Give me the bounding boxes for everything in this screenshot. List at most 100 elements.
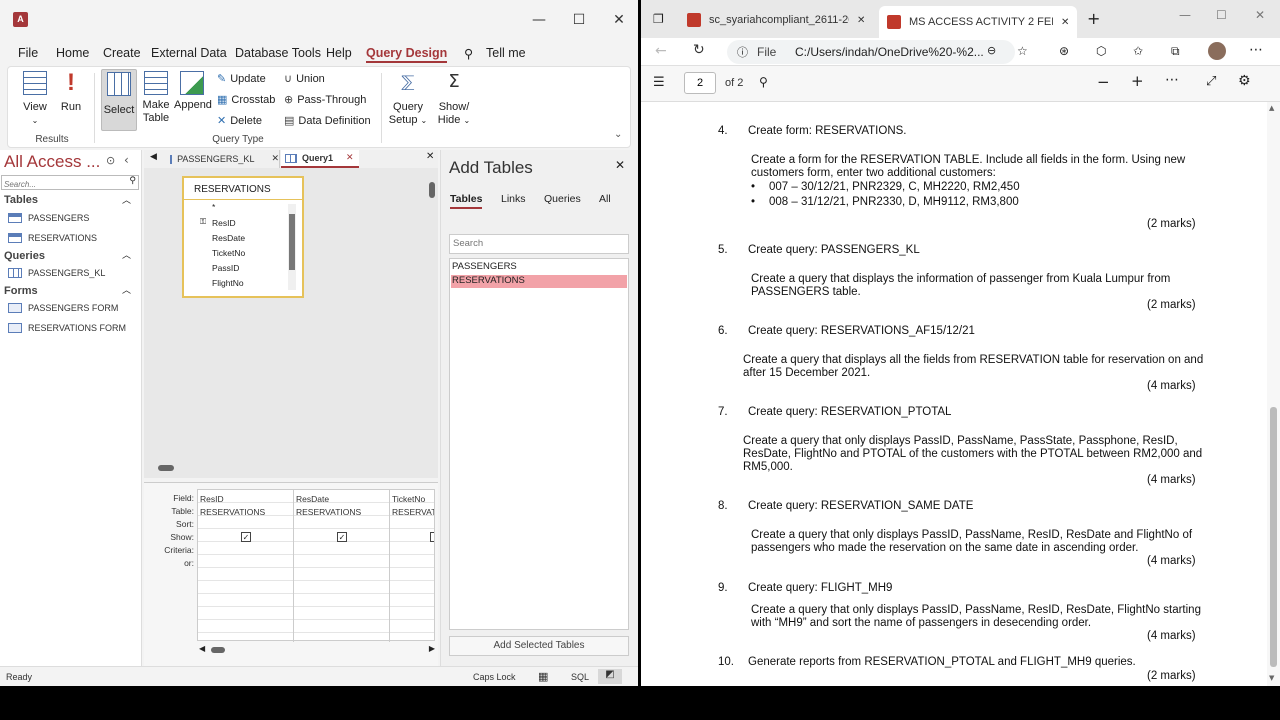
nav-group-tables[interactable]: Tables [4, 194, 38, 206]
nav-item-passengers-form[interactable]: PASSENGERS FORM [8, 303, 118, 313]
menu-file[interactable]: File [18, 46, 38, 60]
show-checkbox[interactable]: ✓ [337, 532, 347, 542]
close-tab-icon[interactable]: ✕ [857, 15, 865, 26]
pass-through-button[interactable]: ⊕ Pass-Through [284, 93, 366, 106]
grid-table-cell[interactable]: RESERVATI [392, 507, 434, 517]
refresh-icon[interactable]: ↻ [693, 42, 705, 58]
scroll-left-icon[interactable]: ◀ [199, 644, 205, 653]
crosstab-button[interactable]: ▦ Crosstab [217, 93, 275, 106]
scroll-thumb[interactable] [429, 182, 435, 198]
minimize-button[interactable]: — [524, 8, 554, 32]
new-tab-icon[interactable]: + [1087, 9, 1100, 28]
minimize-button[interactable]: — [1179, 8, 1191, 22]
nav-item-passengers-kl-query[interactable]: PASSENGERS_KL [8, 268, 105, 278]
menu-database-tools[interactable]: Database Tools [235, 46, 321, 60]
contents-icon[interactable]: ☰ [653, 75, 665, 90]
datasheet-view-icon[interactable]: ▦ [538, 670, 548, 683]
add-selected-tables-button[interactable]: Add Selected Tables [449, 636, 629, 656]
menu-help[interactable]: Help [326, 46, 352, 60]
menu-home[interactable]: Home [56, 46, 89, 60]
query-setup-button[interactable]: ⅀ Query Setup ⌄ [388, 71, 428, 127]
show-checkbox[interactable] [430, 532, 434, 542]
scroll-up-icon[interactable]: ▲ [1269, 104, 1274, 112]
add-tables-search-box[interactable] [449, 234, 629, 254]
tracking-icon[interactable]: ⊛ [1059, 44, 1069, 58]
tab-tables[interactable]: Tables [450, 193, 483, 209]
grid-field-cell[interactable]: TicketNo [392, 494, 425, 504]
nav-search-input[interactable] [2, 178, 118, 191]
data-definition-button[interactable]: ▤ Data Definition [284, 114, 371, 127]
field-flightno[interactable]: FlightNo [212, 278, 244, 288]
close-tab-icon[interactable]: ✕ [271, 151, 279, 167]
scroll-thumb[interactable] [211, 647, 225, 653]
view-button[interactable]: View ⌄ [18, 71, 52, 127]
design-view-icon[interactable]: ◩ [598, 669, 622, 684]
run-button[interactable]: ! Run [58, 71, 84, 114]
address-bar[interactable]: ⓘ File C:/Users/indah/OneDrive%20-%2... … [727, 40, 1015, 64]
tab-scroll-left-icon[interactable]: ◀ [150, 152, 157, 162]
select-query-button[interactable]: Select [101, 69, 137, 131]
back-icon[interactable]: ← [655, 43, 667, 59]
close-tab-icon[interactable]: ✕ [346, 150, 354, 166]
address-url[interactable]: C:/Users/indah/OneDrive%20-%2... [795, 45, 985, 59]
more-icon[interactable]: ⋯ [1249, 42, 1263, 58]
close-tab-icon[interactable]: ✕ [1061, 17, 1069, 28]
tab-passengers-kl[interactable]: PASSENGERS_KL ✕ [166, 150, 280, 168]
more-tools-icon[interactable]: ⋯ [1165, 72, 1179, 88]
nav-pane-title[interactable]: All Access ... [4, 152, 100, 172]
pdf-scrollbar[interactable]: ▲ ▼ [1267, 102, 1280, 686]
field-all[interactable]: * [212, 202, 215, 212]
collapse-ribbon-icon[interactable]: ⌄ [614, 129, 622, 140]
show-hide-button[interactable]: Σ Show/ Hide ⌄ [436, 71, 472, 127]
tab-all[interactable]: All [599, 193, 611, 205]
grid-table-cell[interactable]: RESERVATIONS [296, 507, 361, 517]
add-tables-search-input[interactable] [450, 235, 620, 252]
grid-table-cell[interactable]: RESERVATIONS [200, 507, 265, 517]
scroll-thumb[interactable] [158, 465, 174, 471]
tab-links[interactable]: Links [501, 193, 526, 205]
update-button[interactable]: ✎ Update [217, 72, 266, 85]
restore-button[interactable]: ☐ [1216, 8, 1227, 22]
tab-query1[interactable]: Query1 ✕ [281, 150, 359, 168]
show-checkbox[interactable]: ✓ [241, 532, 251, 542]
close-button[interactable]: ✕ [604, 8, 634, 32]
make-table-button[interactable]: Make Table [141, 71, 171, 125]
nav-search-box[interactable]: ⚲ [1, 175, 139, 191]
zoom-in-icon[interactable]: + [1131, 72, 1144, 90]
shutter-bar-icon[interactable]: ‹ [124, 153, 129, 167]
design-horizontal-scrollbar[interactable] [148, 464, 424, 472]
close-button[interactable]: ✕ [1255, 8, 1265, 22]
collections-icon[interactable]: ⧉ [1171, 44, 1180, 59]
field-passid[interactable]: PassID [212, 263, 239, 273]
search-icon[interactable]: ⚲ [759, 75, 768, 89]
scroll-down-icon[interactable]: ▼ [1269, 674, 1274, 682]
grid-field-cell[interactable]: ResDate [296, 494, 329, 504]
union-button[interactable]: ∪ Union [284, 72, 325, 85]
menu-create[interactable]: Create [103, 46, 141, 60]
append-button[interactable]: Append [174, 71, 212, 112]
menu-query-design[interactable]: Query Design [366, 46, 448, 63]
design-vertical-scrollbar[interactable] [428, 172, 436, 462]
add-tables-item-reservations[interactable]: RESERVATIONS [451, 275, 627, 288]
nav-item-passengers-table[interactable]: PASSENGERS [8, 213, 89, 223]
close-document-icon[interactable]: ✕ [426, 151, 434, 162]
nav-menu-icon[interactable]: ⊙ [106, 154, 115, 167]
nav-item-reservations-table[interactable]: RESERVATIONS [8, 233, 97, 243]
field-list-reservations[interactable]: RESERVATIONS * ⚿ ResID ResDate TicketNo … [182, 176, 304, 298]
add-tables-item-passengers[interactable]: PASSENGERS [451, 261, 627, 274]
grid-field-cell[interactable]: ResID [200, 494, 224, 504]
zoom-out-icon[interactable]: − [1097, 73, 1110, 91]
nav-group-queries[interactable]: Queries [4, 250, 45, 262]
field-list-scrollbar[interactable] [288, 204, 296, 290]
restore-button[interactable]: ☐ [564, 8, 594, 32]
nav-item-reservations-form[interactable]: RESERVATIONS FORM [8, 323, 126, 333]
search-icon[interactable]: ⚲ [129, 176, 136, 186]
scroll-thumb[interactable] [289, 214, 295, 270]
scroll-thumb[interactable] [1270, 407, 1277, 667]
extensions-icon[interactable]: ⬡ [1096, 44, 1106, 58]
settings-icon[interactable]: ⚙ [1238, 73, 1251, 89]
scroll-right-icon[interactable]: ▶ [429, 644, 435, 653]
grid-horizontal-scrollbar[interactable]: ◀ ▶ [199, 644, 435, 655]
tab-actions-icon[interactable]: ❐ [653, 12, 664, 26]
menu-external-data[interactable]: External Data [151, 46, 227, 60]
